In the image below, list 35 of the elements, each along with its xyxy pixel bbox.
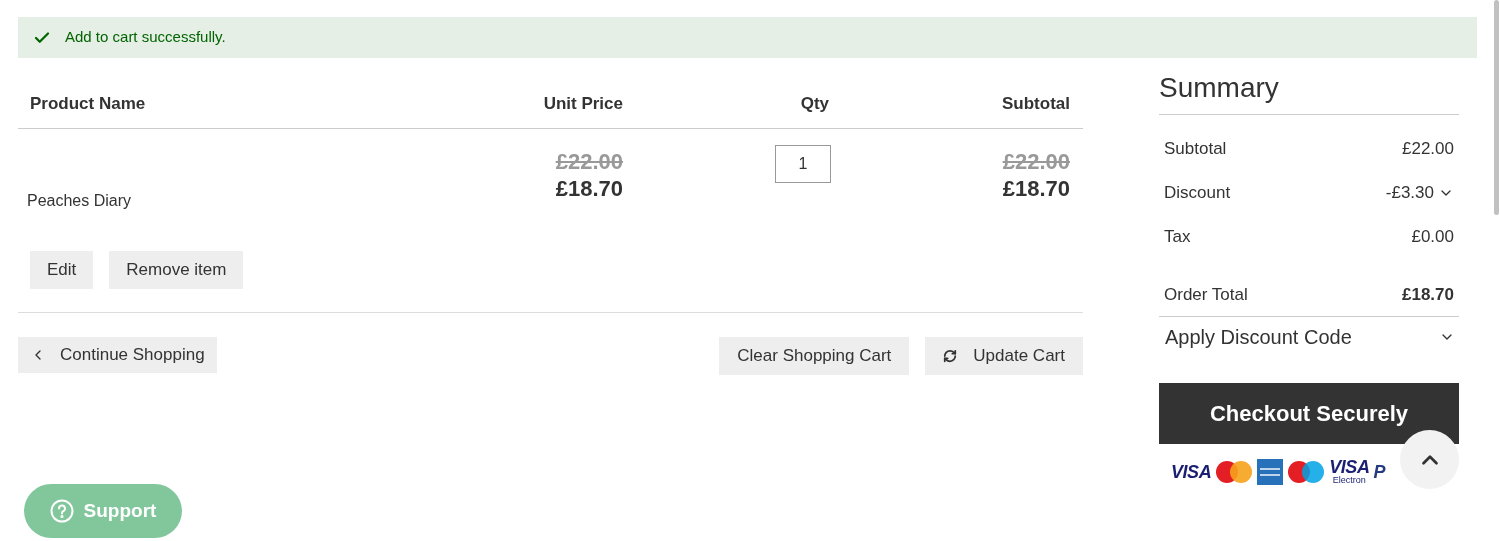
discount-code-toggle[interactable]: Apply Discount Code [1159, 317, 1459, 357]
unit-price: £18.70 [555, 175, 623, 203]
column-header: Qty [799, 92, 829, 115]
item-action-button[interactable]: Edit [30, 251, 94, 289]
continue-shopping-button[interactable]: Continue Shopping [18, 337, 217, 373]
maestro-logo [1287, 459, 1326, 484]
subtotal: £18.70 [1002, 175, 1070, 203]
product-name: Peaches Diary [26, 191, 133, 211]
discount-toggle[interactable]: -£3.30 [1385, 180, 1454, 206]
refresh-icon [943, 349, 958, 363]
original-price: £22.00 [555, 149, 623, 175]
paypal-logo: P [1373, 462, 1386, 481]
summary-value: £18.70 [1402, 283, 1454, 306]
message-text: Add to cart successfully. [65, 27, 226, 48]
visa-logo: VISA Electron [1329, 458, 1370, 485]
summary-label: Subtotal [1164, 138, 1227, 161]
mastercard-logo [1215, 459, 1254, 484]
amex-logo [1257, 458, 1284, 485]
item-action-button[interactable]: Remove item [109, 251, 244, 289]
update-cart-button[interactable]: Update Cart [925, 337, 1083, 375]
original-subtotal: £22.00 [1002, 149, 1070, 175]
summary-value: £0.00 [1411, 226, 1454, 249]
help-icon [49, 499, 74, 523]
summary-value: £22.00 [1402, 138, 1454, 161]
summary-label: Tax [1164, 226, 1191, 249]
column-header: Unit Price [542, 92, 623, 115]
column-header: Product Name [29, 92, 147, 115]
summary-label: Discount [1164, 182, 1231, 205]
visa-logo: VISA [1171, 462, 1212, 481]
quantity-field[interactable]: 1 [775, 145, 831, 183]
summary-title: Summary [1159, 58, 1459, 115]
summary-label: Order Total [1164, 283, 1248, 306]
clear-cart-button[interactable]: Clear Shopping Cart [719, 337, 910, 375]
column-header: Subtotal [1001, 92, 1070, 115]
checkout-button[interactable]: Checkout Securely [1159, 383, 1459, 444]
